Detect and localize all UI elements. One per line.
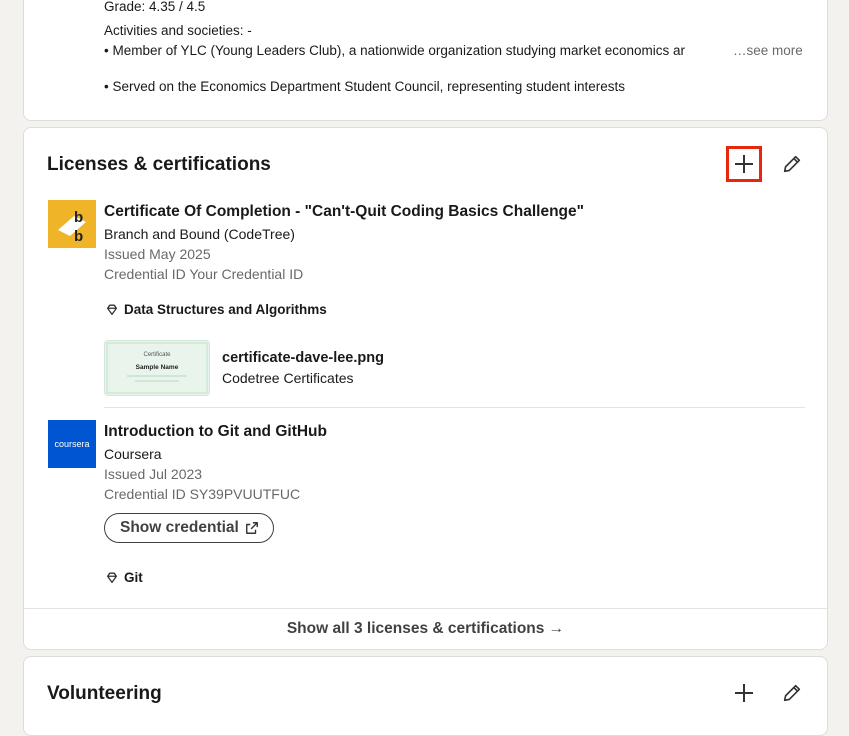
activity-bullet-1-text: • Member of YLC (Young Leaders Club), a …: [104, 43, 686, 58]
media-caption: Codetree Certificates: [222, 370, 354, 386]
show-credential-button[interactable]: Show credential: [104, 513, 274, 543]
show-credential-label: Show credential: [120, 519, 239, 536]
coursera-logo-text: coursera: [54, 439, 89, 449]
codetree-logo: b b: [48, 200, 96, 248]
volunteering-heading: Volunteering: [47, 683, 162, 704]
see-more-link[interactable]: …see more: [733, 41, 803, 61]
cert-credential-1: Credential ID Your Credential ID: [104, 266, 304, 282]
coursera-logo: coursera: [48, 420, 96, 468]
skill-row-2[interactable]: Git: [105, 570, 143, 585]
pencil-icon: [783, 684, 801, 702]
skill-label-2: Git: [124, 570, 143, 585]
skill-label-1: Data Structures and Algorithms: [124, 302, 327, 317]
plus-icon: [735, 684, 753, 702]
activity-bullet-1: • Member of YLC (Young Leaders Club), a …: [104, 41, 732, 61]
cert-issued-2: Issued Jul 2023: [104, 466, 203, 482]
pencil-icon: [783, 155, 801, 173]
licenses-card: Licenses & certifications b b Certificat…: [23, 127, 828, 650]
media-filename[interactable]: certificate-dave-lee.png: [222, 348, 384, 368]
cert-title-2[interactable]: Introduction to Git and GitHub: [104, 421, 327, 443]
licenses-heading: Licenses & certifications: [47, 154, 271, 175]
show-all-licenses-link[interactable]: Show all 3 licenses & certifications →: [24, 608, 827, 649]
certificate-thumbnail[interactable]: Certificate Sample Name: [104, 340, 210, 396]
item-divider: [104, 407, 805, 408]
edit-volunteering-button[interactable]: [774, 675, 810, 711]
cert-title-1[interactable]: Certificate Of Completion - "Can't-Quit …: [104, 201, 584, 223]
external-link-icon: [245, 522, 258, 534]
add-license-button[interactable]: [726, 146, 762, 182]
education-card: Grade: 4.35 / 4.5 Activities and societi…: [23, 0, 828, 121]
diamond-icon: [106, 304, 118, 315]
edit-licenses-button[interactable]: [774, 146, 810, 182]
skill-row-1[interactable]: Data Structures and Algorithms: [105, 302, 327, 317]
volunteering-card: Volunteering: [23, 656, 828, 736]
thumb-heading: Certificate: [143, 352, 171, 358]
show-all-label: Show all 3 licenses & certifications →: [286, 620, 565, 637]
cert-issuer-1: Branch and Bound (CodeTree): [104, 226, 295, 242]
activities-label: Activities and societies: -: [104, 23, 252, 38]
svg-text:b: b: [74, 228, 83, 245]
cert-issuer-2: Coursera: [104, 446, 162, 462]
education-grade: Grade: 4.35 / 4.5: [104, 0, 206, 14]
diamond-icon: [106, 572, 118, 583]
plus-icon: [735, 155, 753, 173]
thumb-name: Sample Name: [136, 364, 179, 371]
svg-text:b: b: [74, 209, 83, 226]
cert-issued-1: Issued May 2025: [104, 246, 211, 262]
cert-credential-2: Credential ID SY39PVUUTFUC: [104, 486, 301, 502]
add-volunteering-button[interactable]: [726, 675, 762, 711]
activity-bullet-2: • Served on the Economics Department Stu…: [104, 79, 626, 94]
